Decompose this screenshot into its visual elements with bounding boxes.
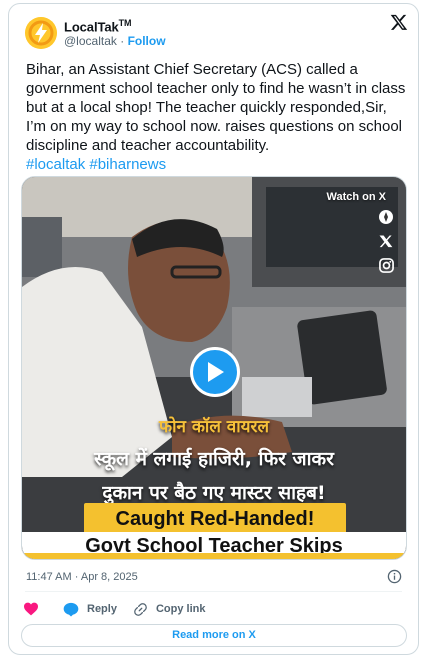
tweet-date: Apr 8, 2025 <box>80 571 138 583</box>
reply-bubble-icon <box>63 602 79 616</box>
banner-caught: Caught Red-Handed! <box>84 503 346 535</box>
play-icon <box>208 362 224 382</box>
link-icon <box>134 602 147 616</box>
account-handle[interactable]: @localtak <box>64 34 117 48</box>
share-icons-column <box>376 207 398 279</box>
caption-hindi-2: स्कूल में लगाई हाजिरी, फिर जाकर <box>94 448 334 470</box>
handle-row: @localtak · Follow <box>64 34 166 48</box>
video-thumbnail[interactable]: Watch on X फोन कॉल वायरल स्कूल में लगाई … <box>21 176 407 560</box>
caption-hindi-3: दुकान पर बैठ गए मास्टर साहब! <box>102 482 326 504</box>
banner-strip <box>22 553 406 559</box>
tweet-text: Bihar, an Assistant Chief Secretary (ACS… <box>26 60 406 174</box>
like-button[interactable] <box>23 602 47 616</box>
read-more-button[interactable]: Read more on X <box>21 624 407 647</box>
x-share-icon[interactable] <box>376 231 396 251</box>
x-logo-icon[interactable] <box>390 13 408 31</box>
account-name-row[interactable]: LocalTakTM <box>64 18 131 34</box>
gemini-icon[interactable] <box>376 207 396 227</box>
tweet-body: Bihar, an Assistant Chief Secretary (ACS… <box>26 61 406 154</box>
account-name[interactable]: LocalTak <box>64 19 119 34</box>
tweet-card: LocalTakTM @localtak · Follow Bihar, an … <box>8 3 419 655</box>
caption-hindi-1: फोन कॉल वायरल <box>159 417 269 437</box>
instagram-icon[interactable] <box>376 255 396 275</box>
watch-on-x-label[interactable]: Watch on X <box>327 191 386 203</box>
tweet-time: 11:47 AM <box>26 571 72 583</box>
play-button[interactable] <box>190 347 240 397</box>
reply-button[interactable]: Reply <box>63 602 117 617</box>
timestamp[interactable]: 11:47 AM · Apr 8, 2025 <box>26 571 138 583</box>
trademark-mark: TM <box>118 18 132 28</box>
dot-separator: · <box>120 34 128 48</box>
info-icon[interactable] <box>387 569 402 584</box>
tweet-hashtags[interactable]: #localtak #biharnews <box>26 156 166 173</box>
heart-icon <box>24 602 38 616</box>
divider <box>25 591 402 592</box>
follow-button[interactable]: Follow <box>128 34 166 48</box>
localtak-avatar[interactable] <box>25 17 57 49</box>
copy-link-button[interactable]: Copy link <box>133 602 206 617</box>
reply-label: Reply <box>87 603 117 615</box>
meta-separator: · <box>74 571 79 583</box>
copy-link-label: Copy link <box>155 603 206 615</box>
action-bar: Reply Copy link <box>23 598 221 620</box>
